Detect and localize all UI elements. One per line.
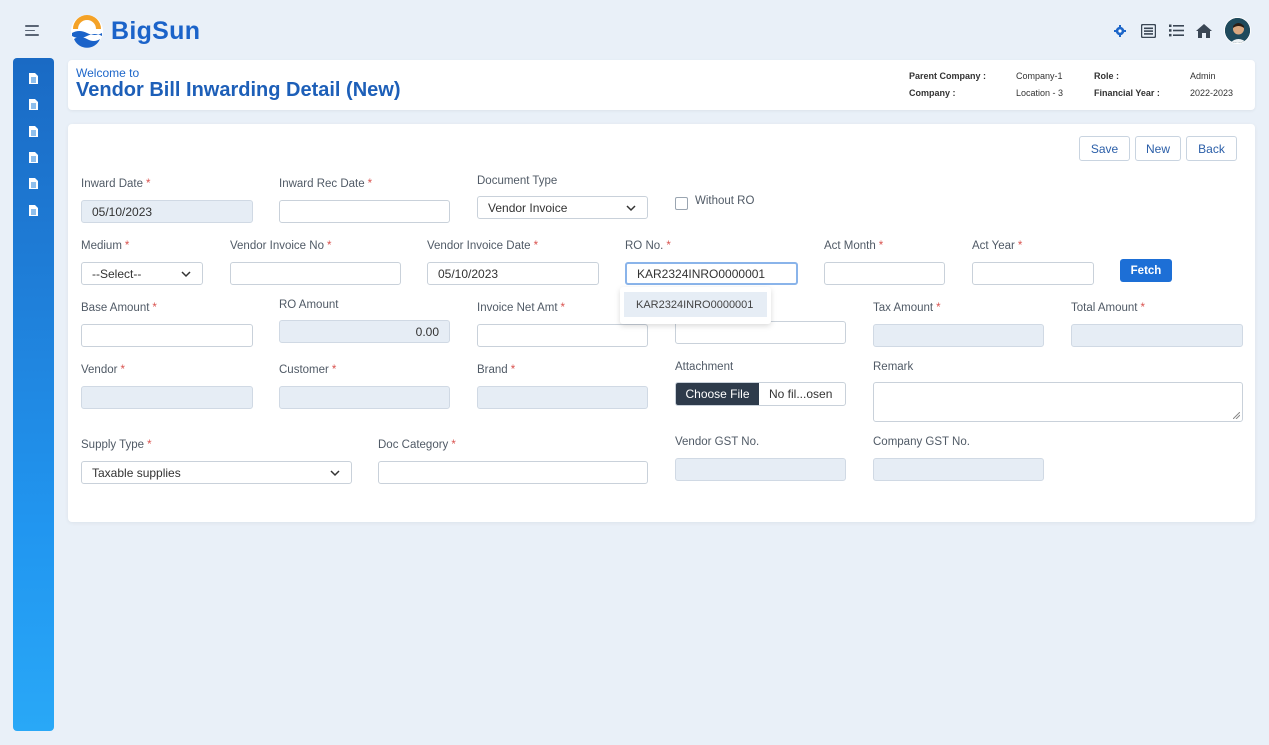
file-name-text: No fil...osen: [769, 387, 833, 401]
ro-amount-label: RO Amount: [279, 299, 339, 311]
brand-logo[interactable]: BigSun: [70, 14, 200, 48]
tax-amount-field[interactable]: [873, 324, 1044, 347]
vendor-gst-label: Vendor GST No.: [675, 436, 760, 448]
inward-date-field[interactable]: 05/10/2023: [81, 200, 253, 223]
inward-rec-date-label: Inward Rec Date *: [279, 178, 373, 190]
document-type-select[interactable]: Vendor Invoice: [477, 196, 648, 219]
top-bar: BigSun: [0, 0, 1269, 60]
attachment-label: Attachment: [675, 361, 734, 373]
fetch-button[interactable]: Fetch: [1120, 259, 1172, 282]
ro-amount-field[interactable]: 0.00: [279, 320, 450, 343]
vendor-invoice-no-field[interactable]: [230, 262, 401, 285]
chevron-down-icon: [330, 469, 340, 476]
customer-label: Customer *: [279, 364, 337, 376]
without-ro-checkbox[interactable]: [675, 197, 688, 210]
vendor-invoice-date-field[interactable]: 05/10/2023: [427, 262, 599, 285]
page-title: Vendor Bill Inwarding Detail (New): [76, 79, 401, 101]
base-amount-label: Base Amount *: [81, 302, 157, 314]
menu-toggle-icon[interactable]: [25, 25, 39, 37]
avatar[interactable]: [1224, 17, 1251, 44]
chevron-down-icon: [181, 270, 191, 277]
attachment-file-input[interactable]: Choose File No fil...osen: [675, 382, 846, 406]
ro-no-field[interactable]: KAR2324INRO0000001: [625, 262, 798, 285]
ro-no-suggestion-item[interactable]: KAR2324INRO0000001: [624, 292, 767, 317]
resize-handle-icon[interactable]: [1233, 412, 1240, 419]
medium-value: --Select--: [92, 266, 142, 281]
list-alt-icon[interactable]: [1138, 21, 1158, 41]
brand-name: BigSun: [111, 16, 201, 45]
act-year-label: Act Year *: [972, 240, 1023, 252]
medium-label: Medium *: [81, 240, 130, 252]
role-label: Role :: [1094, 71, 1120, 81]
vendor-field[interactable]: [81, 386, 253, 409]
supply-type-select[interactable]: Taxable supplies: [81, 461, 352, 484]
gear-icon[interactable]: [1110, 21, 1130, 41]
customer-field[interactable]: [279, 386, 450, 409]
document-type-value: Vendor Invoice: [488, 200, 568, 215]
list-icon[interactable]: [1166, 21, 1186, 41]
doc-category-field[interactable]: [378, 461, 648, 484]
supply-type-value: Taxable supplies: [92, 465, 181, 480]
base-amount-field[interactable]: [81, 324, 253, 347]
role-value: Admin: [1190, 71, 1216, 81]
vendor-invoice-no-label: Vendor Invoice No *: [230, 240, 332, 252]
sidebar: [13, 58, 54, 731]
without-ro-label: Without RO: [695, 195, 755, 207]
total-amount-field[interactable]: [1071, 324, 1243, 347]
act-month-field[interactable]: [824, 262, 945, 285]
parent-company-label: Parent Company :: [909, 71, 987, 81]
remark-textarea[interactable]: [873, 382, 1243, 422]
tax-amount-label: Tax Amount *: [873, 302, 941, 314]
remark-label: Remark: [873, 361, 914, 373]
save-button[interactable]: Save: [1079, 136, 1130, 161]
document-icon[interactable]: [26, 203, 40, 217]
back-button[interactable]: Back: [1186, 136, 1237, 161]
invoice-net-amt-field[interactable]: [477, 324, 648, 347]
sun-logo-icon: [71, 15, 103, 48]
document-type-label: Document Type: [477, 175, 558, 187]
document-icon[interactable]: [26, 71, 40, 85]
inward-date-label: Inward Date *: [81, 178, 151, 190]
brand-label: Brand *: [477, 364, 516, 376]
company-gst-field[interactable]: [873, 458, 1044, 481]
total-amount-label: Total Amount *: [1071, 302, 1145, 314]
document-icon[interactable]: [26, 150, 40, 164]
new-button[interactable]: New: [1135, 136, 1181, 161]
brand-field[interactable]: [477, 386, 648, 409]
ro-no-label: RO No. *: [625, 240, 671, 252]
supply-type-label: Supply Type *: [81, 439, 152, 451]
act-month-label: Act Month *: [824, 240, 884, 252]
company-value: Location - 3: [1016, 88, 1064, 98]
document-icon[interactable]: [26, 176, 40, 190]
doc-category-label: Doc Category *: [378, 439, 456, 451]
company-label: Company :: [909, 88, 956, 98]
document-icon[interactable]: [26, 124, 40, 138]
act-year-field[interactable]: [972, 262, 1094, 285]
ro-no-suggestions: KAR2324INRO0000001: [620, 287, 771, 324]
medium-select[interactable]: --Select--: [81, 262, 203, 285]
vendor-invoice-date-label: Vendor Invoice Date *: [427, 240, 539, 252]
tax-field-hidden[interactable]: [675, 321, 846, 344]
welcome-text: Welcome to: [76, 66, 140, 80]
document-icon[interactable]: [26, 97, 40, 111]
company-gst-label: Company GST No.: [873, 436, 970, 448]
financial-year-label: Financial Year :: [1094, 88, 1160, 98]
vendor-gst-field[interactable]: [675, 458, 846, 481]
page-header: Welcome to Vendor Bill Inwarding Detail …: [68, 60, 1255, 110]
vendor-label: Vendor *: [81, 364, 125, 376]
inward-rec-date-field[interactable]: [279, 200, 450, 223]
financial-year-value: 2022-2023: [1190, 88, 1234, 98]
parent-company-value: Company-1: [1016, 71, 1063, 81]
invoice-net-amt-label: Invoice Net Amt *: [477, 302, 566, 314]
choose-file-button[interactable]: Choose File: [676, 383, 759, 405]
chevron-down-icon: [626, 204, 636, 211]
home-icon[interactable]: [1194, 21, 1214, 41]
